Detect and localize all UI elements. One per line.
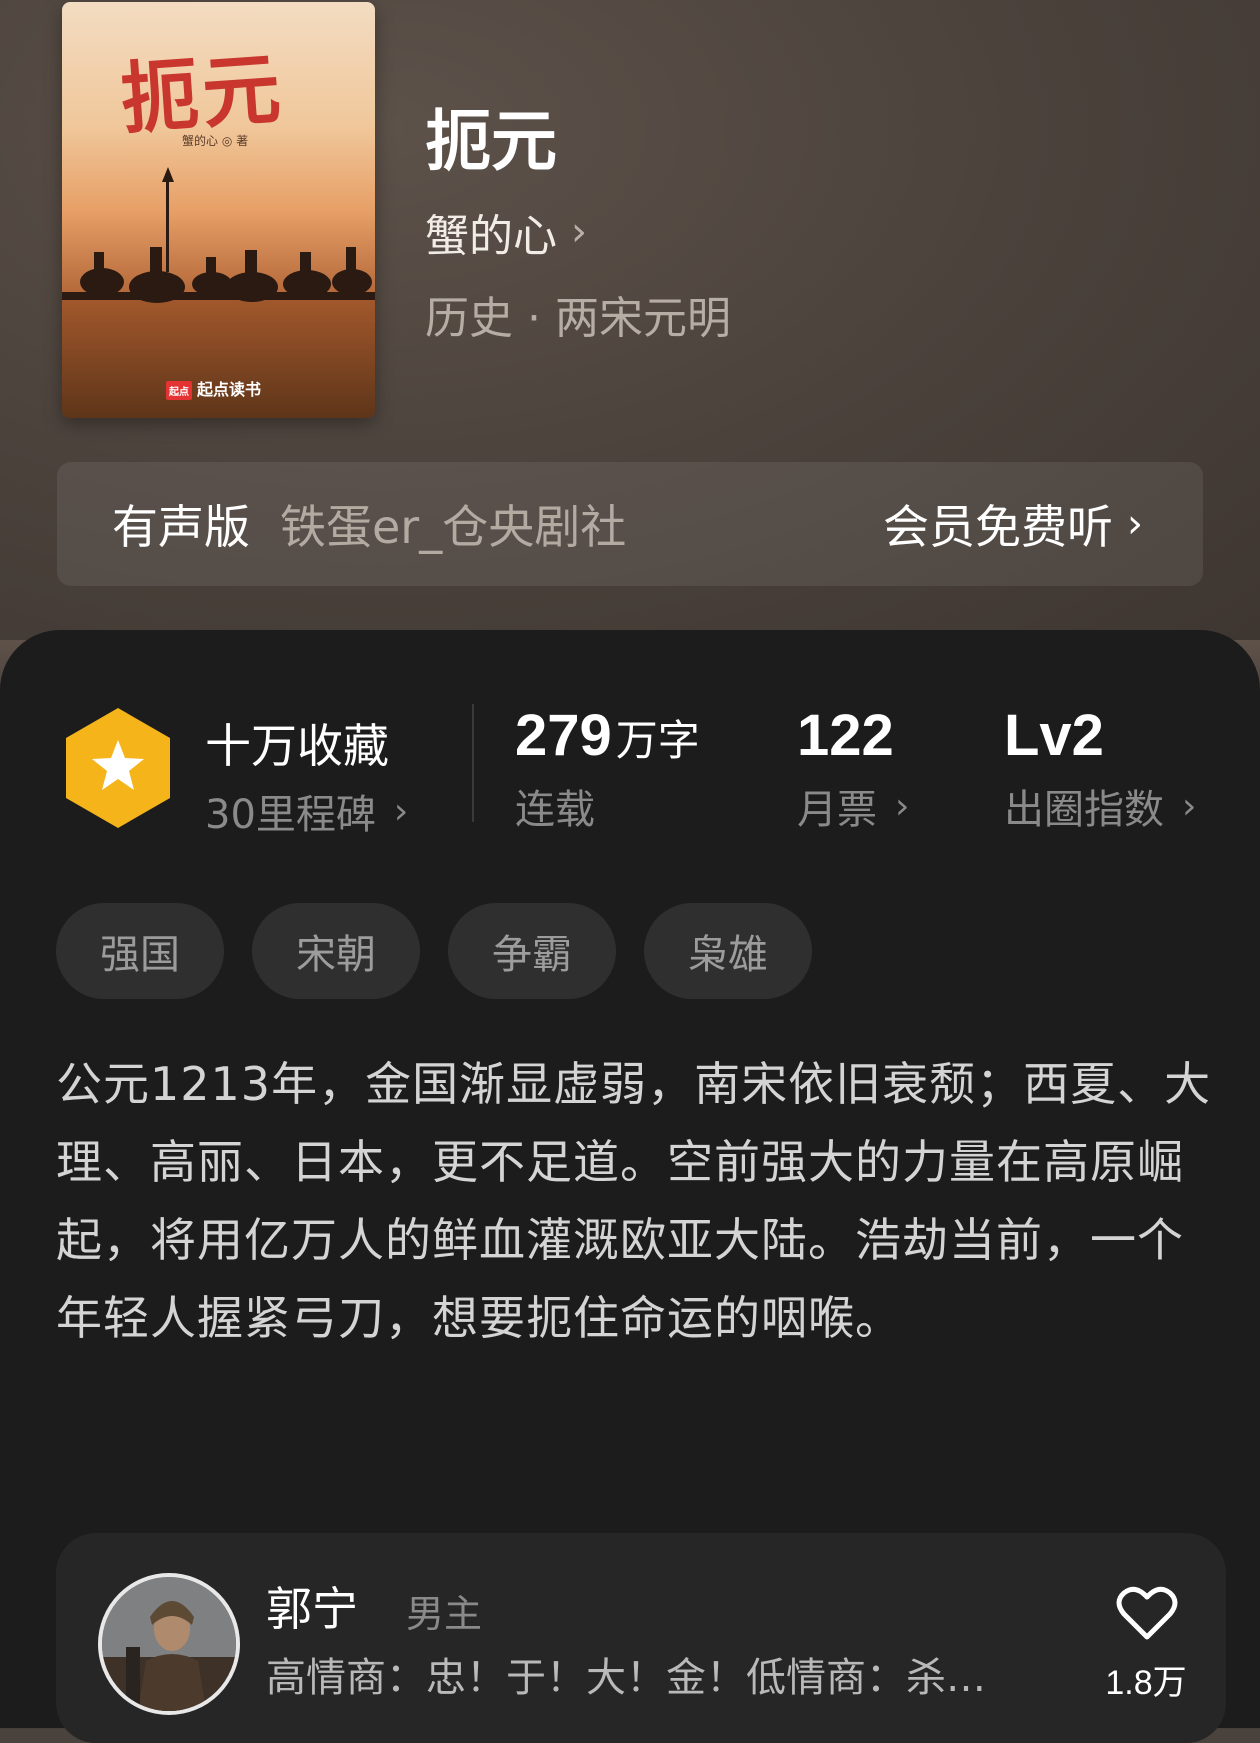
tag-chip[interactable]: 强国 <box>56 903 224 999</box>
influence-label: 出圈指数 <box>1004 787 1164 833</box>
tag-chip[interactable]: 争霸 <box>448 903 616 999</box>
author-name: 蟹的心 <box>425 211 557 262</box>
monthly-votes-label: 月票 <box>797 787 877 833</box>
author-link[interactable]: 蟹的心 › <box>425 200 587 264</box>
book-cover[interactable]: 扼元 蟹的心 ◎ 著 起点 起点读书 <box>62 2 375 418</box>
warrior-portrait-icon <box>102 1577 236 1711</box>
like-count: 1.8万 <box>1105 1664 1187 1702</box>
monthly-votes-stat[interactable]: 122 月票 › <box>797 702 909 835</box>
tag-chip[interactable]: 宋朝 <box>252 903 420 999</box>
character-avatar <box>98 1573 240 1715</box>
milestone-link[interactable]: 30里程碑 › <box>205 782 408 840</box>
qidian-logo-icon: 起点 <box>166 381 192 400</box>
milestone-label: 30里程碑 <box>205 792 376 838</box>
tag-chip[interactable]: 枭雄 <box>644 903 812 999</box>
influence-sub: 出圈指数 › <box>1004 777 1196 835</box>
cover-author: 蟹的心 ◎ 著 <box>182 134 249 148</box>
tag-list: 强国 宋朝 争霸 枭雄 <box>56 903 840 999</box>
word-count-value: 279 <box>515 703 612 768</box>
collection-badge-icon <box>66 708 170 828</box>
chevron-right-icon: › <box>571 209 587 255</box>
audio-narrator: 铁蛋er_仓央剧社 <box>280 500 627 554</box>
influence-index-stat[interactable]: Lv2 出圈指数 › <box>1004 702 1196 835</box>
monthly-votes-sub: 月票 › <box>797 777 909 835</box>
chevron-right-icon: › <box>393 790 409 832</box>
word-count-unit: 万字 <box>615 717 700 764</box>
monthly-votes-value: 122 <box>797 703 894 768</box>
character-quote: 高情商：忠！于！大！金！低情商：杀… <box>266 1655 986 1701</box>
book-detail-card: 十万收藏 30里程碑 › 279万字 连载 122 月票 › Lv2 出圈指数 … <box>0 630 1260 1743</box>
character-name: 郭宁 <box>266 1582 358 1636</box>
character-card[interactable]: 郭宁 男主 高情商：忠！于！大！金！低情商：杀… 1.8万 <box>56 1533 1226 1743</box>
word-count-stat: 279万字 连载 <box>515 702 700 835</box>
collection-title: 十万收藏 <box>205 719 389 773</box>
character-role: 男主 <box>406 1592 483 1636</box>
audio-version-bar[interactable]: 有声版 铁蛋er_仓央剧社 会员免费听 › <box>57 462 1203 586</box>
audio-label: 有声版 <box>112 500 250 554</box>
member-free-listen-button[interactable]: 会员免费听 › <box>883 491 1143 557</box>
cover-publisher-text: 起点读书 <box>197 380 262 399</box>
serial-status: 连载 <box>515 787 595 833</box>
cover-publisher: 起点 起点读书 <box>166 376 261 400</box>
influence-level: Lv2 <box>1004 703 1104 768</box>
book-genre[interactable]: 历史 · 两宋元明 <box>425 282 731 346</box>
chevron-right-icon: › <box>1127 501 1143 547</box>
chevron-right-icon: › <box>1182 785 1197 827</box>
member-free-listen-label: 会员免费听 <box>883 500 1113 554</box>
heart-icon[interactable] <box>1116 1585 1178 1641</box>
stats-row: 十万收藏 30里程碑 › 279万字 连载 122 月票 › Lv2 出圈指数 … <box>0 702 1260 872</box>
chevron-right-icon: › <box>895 785 910 827</box>
stats-divider <box>472 704 474 822</box>
book-synopsis[interactable]: 公元1213年，金国渐显虚弱，南宋依旧衰颓；西夏、大理、高丽、日本，更不足道。空… <box>56 1045 1216 1357</box>
book-title: 扼元 <box>425 103 557 180</box>
book-header: 扼元 蟹的心 ◎ 著 起点 起点读书 扼元 蟹的心 › 历史 · 两宋元明 有声版… <box>0 0 1260 640</box>
